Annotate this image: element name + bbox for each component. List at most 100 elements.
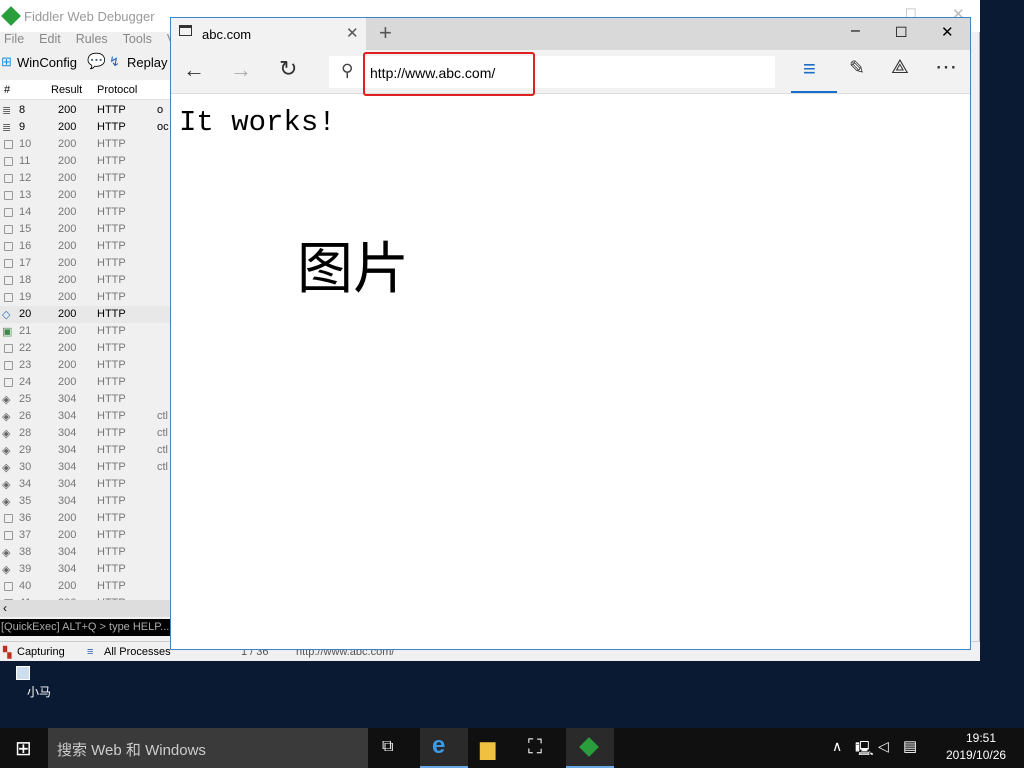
session-row[interactable]: 15 200 HTTP <box>0 221 170 238</box>
tab-close-icon[interactable]: ✕ <box>346 24 359 42</box>
session-protocol: HTTP <box>97 563 126 575</box>
session-row[interactable]: ◈ 39 304 HTTP <box>0 561 170 578</box>
horizontal-scrollbar[interactable]: ‹ <box>0 600 170 617</box>
session-protocol: HTTP <box>97 291 126 303</box>
session-row[interactable]: 13 200 HTTP <box>0 187 170 204</box>
session-row[interactable]: 16 200 HTTP <box>0 238 170 255</box>
menu-tools[interactable]: Tools <box>123 32 152 46</box>
session-protocol: HTTP <box>97 444 126 456</box>
session-result: 304 <box>58 563 77 575</box>
session-protocol: HTTP <box>97 427 126 439</box>
store-icon[interactable]: ⛶ <box>528 736 542 759</box>
desktop-icon-label[interactable]: 小马 <box>27 683 51 700</box>
menu-rules[interactable]: Rules <box>76 32 108 46</box>
search-icon: ⚲ <box>341 61 354 80</box>
clock-date[interactable]: 2019/10/26 <box>946 748 1006 762</box>
session-id: 30 <box>19 461 32 473</box>
hub-icon[interactable]: ≡ <box>803 56 816 82</box>
session-row[interactable]: ◈ 34 304 HTTP <box>0 476 170 493</box>
taskbar-fiddler[interactable] <box>566 728 614 768</box>
menu-file[interactable]: File <box>4 32 24 46</box>
session-protocol: HTTP <box>97 206 126 218</box>
session-row[interactable]: 12 200 HTTP <box>0 170 170 187</box>
more-icon[interactable]: ⋯ <box>935 54 957 80</box>
session-result: 200 <box>58 189 77 201</box>
column-protocol[interactable]: Protocol <box>97 84 137 96</box>
session-row[interactable]: ≣ 8 200 HTTP o <box>0 102 170 119</box>
start-icon[interactable]: ⊞ <box>15 736 32 761</box>
session-row[interactable]: ◈ 38 304 HTTP <box>0 544 170 561</box>
volume-muted-icon[interactable]: ◁ <box>878 738 889 755</box>
session-row[interactable]: ◈ 25 304 HTTP <box>0 391 170 408</box>
maximize-icon[interactable]: ☐ <box>895 24 908 41</box>
lock-icon <box>4 344 13 353</box>
column-result[interactable]: Result <box>51 84 82 96</box>
session-row[interactable]: ≣ 9 200 HTTP oc <box>0 119 170 136</box>
refresh-icon[interactable]: ↻ <box>279 56 297 82</box>
replay-button[interactable]: Replay <box>127 55 167 70</box>
edge-icon: e <box>432 732 446 759</box>
share-icon[interactable]: ⟁ <box>891 56 909 79</box>
session-protocol: HTTP <box>97 104 126 116</box>
show-hidden-icons[interactable]: ∧ <box>832 738 842 755</box>
tab-abc[interactable]: abc.com ✕ <box>171 18 366 50</box>
lock-icon <box>4 191 13 200</box>
session-row[interactable]: 24 200 HTTP <box>0 374 170 391</box>
session-protocol: HTTP <box>97 257 126 269</box>
session-result: 200 <box>58 138 77 150</box>
lock-icon <box>4 225 13 234</box>
task-view-icon[interactable]: ⧉ <box>382 738 393 756</box>
session-row[interactable]: 23 200 HTTP <box>0 357 170 374</box>
session-id: 36 <box>19 512 32 524</box>
new-tab-icon[interactable]: + <box>379 20 392 46</box>
notifications-icon[interactable]: ▤ <box>903 737 917 755</box>
session-row[interactable]: 14 200 HTTP <box>0 204 170 221</box>
session-protocol: HTTP <box>97 342 126 354</box>
session-row[interactable]: 19 200 HTTP <box>0 289 170 306</box>
session-row[interactable]: 22 200 HTTP <box>0 340 170 357</box>
session-row[interactable]: ◈ 26 304 HTTP ctl <box>0 408 170 425</box>
taskbar-search[interactable]: 搜索 Web 和 Windows <box>48 728 368 768</box>
shortcut-icon[interactable] <box>16 666 30 680</box>
lock-icon <box>4 276 13 285</box>
capturing-toggle[interactable]: Capturing <box>17 646 65 658</box>
session-row[interactable]: 36 200 HTTP <box>0 510 170 527</box>
file-explorer-icon[interactable]: ▆ <box>480 736 495 761</box>
close-icon[interactable]: ✕ <box>941 23 954 41</box>
clock-time[interactable]: 19:51 <box>966 731 996 745</box>
session-row[interactable]: ▣ 21 200 HTTP <box>0 323 170 340</box>
session-row[interactable]: ◈ 30 304 HTTP ctl <box>0 459 170 476</box>
winconfig-button[interactable]: WinConfig <box>17 55 77 70</box>
session-row[interactable]: 10 200 HTTP <box>0 136 170 153</box>
session-result: 200 <box>58 104 77 116</box>
session-id: 12 <box>19 172 32 184</box>
session-row[interactable]: ◇ 20 200 HTTP <box>0 306 170 323</box>
session-row[interactable]: ◈ 29 304 HTTP ctl <box>0 442 170 459</box>
session-row[interactable]: 11 200 HTTP <box>0 153 170 170</box>
quickexec-input[interactable]: [QuickExec] ALT+Q > type HELP... <box>0 619 170 636</box>
lock-icon <box>4 259 13 268</box>
session-protocol: HTTP <box>97 121 126 133</box>
web-note-icon[interactable]: ✎ <box>849 57 865 80</box>
session-row[interactable]: 37 200 HTTP <box>0 527 170 544</box>
forward-icon[interactable]: → <box>230 57 252 83</box>
session-row[interactable]: 18 200 HTTP <box>0 272 170 289</box>
network-icon[interactable]: 🖳 <box>855 738 874 762</box>
session-row[interactable]: 17 200 HTTP <box>0 255 170 272</box>
sessions-header: # Result Protocol <box>0 80 170 100</box>
minimize-icon[interactable]: – <box>851 22 860 40</box>
menu-edit[interactable]: Edit <box>39 32 61 46</box>
back-icon[interactable]: ← <box>183 57 205 83</box>
diamond-icon: ◈ <box>2 394 11 406</box>
scroll-left-icon[interactable]: ‹ <box>3 601 7 615</box>
session-result: 200 <box>58 240 77 252</box>
session-row[interactable]: ◈ 28 304 HTTP ctl <box>0 425 170 442</box>
session-row[interactable]: ◈ 35 304 HTTP <box>0 493 170 510</box>
diamond-icon: ◈ <box>2 428 11 440</box>
taskbar-edge[interactable]: e <box>420 728 468 768</box>
session-row[interactable]: 40 200 HTTP <box>0 578 170 595</box>
column-number[interactable]: # <box>4 84 10 96</box>
document-icon: ≣ <box>2 105 12 117</box>
process-filter[interactable]: All Processes <box>104 646 171 658</box>
fiddler-title: Fiddler Web Debugger <box>24 9 155 24</box>
